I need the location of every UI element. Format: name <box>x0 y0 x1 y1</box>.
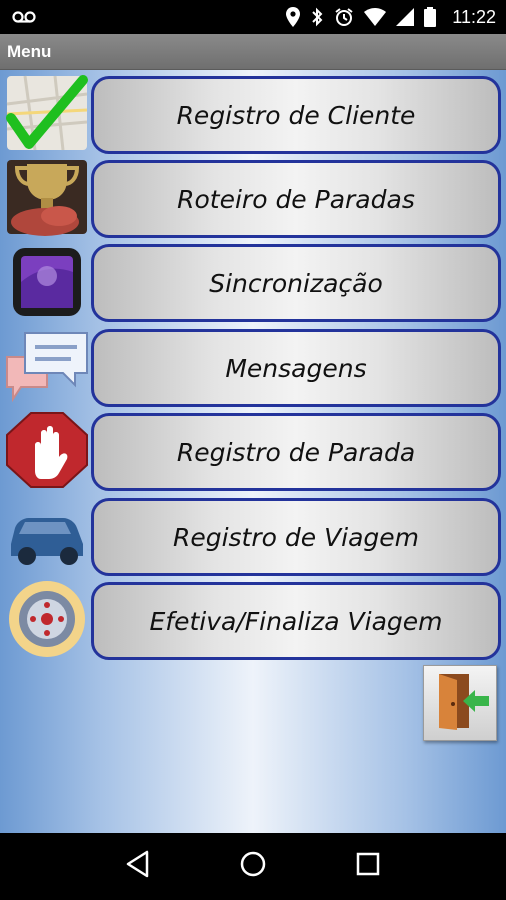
registro-cliente-button[interactable]: Registro de Cliente <box>91 76 501 154</box>
efetiva-finaliza-button[interactable]: Efetiva/Finaliza Viagem <box>91 582 501 660</box>
wheel-icon[interactable] <box>5 580 89 658</box>
menu-row-registro-viagem: Registro de Viagem <box>0 494 506 576</box>
menu-row-mensagens: Mensagens <box>0 325 506 407</box>
home-button[interactable] <box>233 847 273 887</box>
status-bar: 11:22 <box>0 0 506 34</box>
alarm-icon <box>334 7 354 27</box>
page-title: Menu <box>7 41 52 61</box>
app-bar: Menu <box>0 34 506 70</box>
sync-device-icon[interactable] <box>5 242 89 320</box>
bluetooth-icon <box>310 7 324 27</box>
menu-content: Registro de Cliente Roteiro de Paradas S… <box>0 70 506 833</box>
car-icon[interactable] <box>5 496 89 574</box>
sincronizacao-button[interactable]: Sincronização <box>91 244 501 322</box>
menu-row-efetiva-finaliza: Efetiva/Finaliza Viagem <box>0 578 506 660</box>
navigation-bar <box>0 833 506 900</box>
menu-row-sincronizacao: Sincronização <box>0 240 506 322</box>
menu-row-roteiro-paradas: Roteiro de Paradas <box>0 156 506 238</box>
roteiro-paradas-button[interactable]: Roteiro de Paradas <box>91 160 501 238</box>
registro-viagem-button[interactable]: Registro de Viagem <box>91 498 501 576</box>
exit-button[interactable] <box>423 665 497 741</box>
stop-hand-icon[interactable] <box>5 411 89 489</box>
map-checkmark-icon[interactable] <box>5 74 89 152</box>
back-button[interactable] <box>118 847 158 887</box>
recents-icon <box>355 851 381 882</box>
home-icon <box>239 850 267 883</box>
back-icon <box>125 850 151 883</box>
registro-parada-button[interactable]: Registro de Parada <box>91 413 501 491</box>
menu-row-registro-cliente: Registro de Cliente <box>0 72 506 154</box>
recents-button[interactable] <box>348 847 388 887</box>
voicemail-icon <box>12 10 36 24</box>
location-icon <box>286 7 301 27</box>
mensagens-button[interactable]: Mensagens <box>91 329 501 407</box>
clock: 11:22 <box>452 6 496 27</box>
battery-icon <box>424 7 437 27</box>
signal-icon <box>396 8 415 26</box>
chat-bubbles-icon[interactable] <box>5 327 89 405</box>
exit-door-icon <box>429 670 491 737</box>
wifi-icon <box>364 8 387 26</box>
menu-row-registro-parada: Registro de Parada <box>0 409 506 491</box>
trophy-icon[interactable] <box>5 158 89 236</box>
